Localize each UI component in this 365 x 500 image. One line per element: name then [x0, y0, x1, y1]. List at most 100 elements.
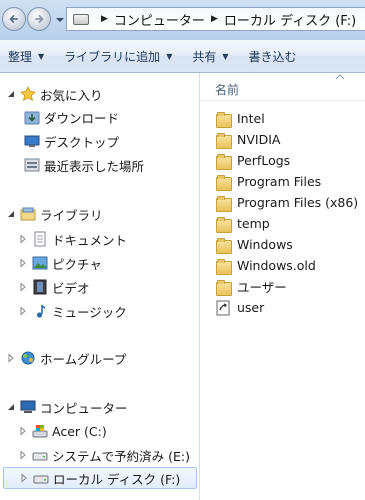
- folder-icon: [215, 258, 232, 275]
- add-to-library-label: ライブラリに追加: [64, 49, 161, 64]
- back-button[interactable]: [2, 7, 26, 31]
- breadcrumb-separator-icon[interactable]: ▶: [211, 14, 218, 24]
- nav-label: デスクトップ: [44, 134, 120, 150]
- list-item[interactable]: NVIDIA: [201, 129, 365, 150]
- videos-icon: [33, 279, 47, 295]
- collapse-arrow-icon[interactable]: [6, 402, 16, 412]
- organize-label: 整理: [8, 49, 33, 64]
- nav-item-drive-e[interactable]: システムで予約済み (E:): [0, 444, 200, 466]
- nav-item-videos[interactable]: ビデオ: [0, 276, 200, 298]
- nav-item-documents[interactable]: ドキュメント: [0, 228, 200, 250]
- nav-label: ピクチャ: [52, 256, 102, 272]
- list-item-label: Windows.old: [237, 258, 316, 273]
- list-item[interactable]: Program Files (x86): [201, 192, 365, 213]
- sort-ascending-icon: [335, 74, 345, 80]
- list-item[interactable]: Program Files: [201, 171, 365, 192]
- expand-arrow-icon[interactable]: [18, 426, 28, 436]
- list-item-label: Windows: [237, 237, 293, 252]
- collapse-arrow-icon[interactable]: [6, 209, 16, 219]
- chevron-down-icon: ▼: [38, 51, 45, 61]
- list-item-label: Program Files: [237, 174, 322, 189]
- homegroup-icon: [21, 351, 35, 365]
- drive-icon: [73, 13, 89, 25]
- folder-icon: [215, 237, 232, 254]
- nav-item-pictures[interactable]: ピクチャ: [0, 252, 200, 274]
- folder-icon: [215, 132, 232, 149]
- list-item-label: ユーザー: [237, 280, 287, 295]
- documents-icon: [34, 231, 46, 247]
- computer-icon: [20, 400, 36, 413]
- file-list: 名前 Intel NVIDIA PerfLogs Program Files Progr…: [201, 73, 365, 500]
- list-item[interactable]: Intel: [201, 108, 365, 129]
- nav-item-drive-f[interactable]: ローカル ディスク (F:): [3, 467, 197, 489]
- list-item-label: user: [237, 300, 265, 315]
- recent-pages-dropdown-icon[interactable]: [55, 15, 65, 25]
- nav-item-drive-c[interactable]: Acer (C:): [0, 420, 200, 442]
- expand-arrow-icon[interactable]: [19, 473, 29, 483]
- command-bar: 整理 ▼ ライブラリに追加 ▼ 共有 ▼ 書き込む: [0, 40, 365, 73]
- nav-label: 最近表示した場所: [44, 158, 145, 174]
- expand-arrow-icon[interactable]: [18, 234, 28, 244]
- breadcrumb-separator-icon[interactable]: ▶: [101, 14, 108, 24]
- breadcrumb-computer[interactable]: コンピューター: [114, 10, 205, 29]
- nav-item-homegroup[interactable]: ホームグループ: [0, 347, 200, 369]
- nav-item-computer[interactable]: コンピューター: [0, 396, 200, 418]
- shortcut-file-icon: [215, 300, 231, 316]
- chevron-down-icon: ▼: [166, 51, 173, 61]
- folder-icon: [215, 111, 232, 128]
- nav-label: Acer (C:): [52, 423, 107, 439]
- nav-item-desktop[interactable]: デスクトップ: [0, 130, 200, 152]
- expand-arrow-icon[interactable]: [18, 282, 28, 292]
- list-item[interactable]: user: [201, 297, 365, 318]
- share-button[interactable]: 共有 ▼: [184, 40, 236, 72]
- nav-item-libraries[interactable]: ライブラリ: [0, 203, 200, 225]
- list-item[interactable]: Windows: [201, 234, 365, 255]
- nav-label: ドキュメント: [52, 232, 128, 248]
- expand-arrow-icon[interactable]: [18, 258, 28, 268]
- folder-icon: [215, 216, 232, 233]
- list-item-label: PerfLogs: [237, 153, 291, 168]
- nav-item-downloads[interactable]: ダウンロード: [0, 106, 200, 128]
- nav-label: ライブラリ: [40, 207, 103, 223]
- pictures-icon: [32, 256, 48, 270]
- desktop-icon: [24, 135, 40, 147]
- forward-button[interactable]: [27, 7, 51, 31]
- list-item[interactable]: Windows.old: [201, 255, 365, 276]
- address-bar[interactable]: ▶ コンピューター ▶ ローカル ディスク (F:): [66, 7, 365, 31]
- folder-icon: [215, 279, 232, 296]
- libraries-icon: [20, 207, 36, 221]
- list-item-label: Intel: [237, 111, 265, 126]
- nav-item-favorites[interactable]: お気に入り: [0, 83, 200, 105]
- expand-arrow-icon[interactable]: [18, 306, 28, 316]
- list-item[interactable]: temp: [201, 213, 365, 234]
- organize-button[interactable]: 整理 ▼: [0, 40, 52, 72]
- expand-arrow-icon[interactable]: [18, 450, 28, 460]
- forward-arrow-icon: [35, 15, 44, 23]
- expand-arrow-icon[interactable]: [6, 353, 16, 363]
- burn-label: 書き込む: [248, 49, 297, 64]
- column-header-label: 名前: [215, 83, 240, 97]
- burn-button[interactable]: 書き込む: [241, 40, 305, 72]
- nav-label: ダウンロード: [44, 110, 120, 126]
- folder-icon: [215, 153, 232, 170]
- column-header-name[interactable]: 名前: [201, 73, 365, 101]
- nav-item-music[interactable]: ミュージック: [0, 300, 200, 322]
- nav-label: ビデオ: [52, 280, 90, 296]
- list-item-label: NVIDIA: [237, 132, 281, 147]
- recent-places-icon: [24, 158, 40, 172]
- list-item[interactable]: ユーザー: [201, 276, 365, 297]
- system-drive-icon: [32, 425, 48, 438]
- nav-item-recent-places[interactable]: 最近表示した場所: [0, 154, 200, 176]
- list-item[interactable]: PerfLogs: [201, 150, 365, 171]
- nav-label: ローカル ディスク (F:): [53, 471, 181, 487]
- breadcrumb-local-disk[interactable]: ローカル ディスク (F:): [224, 10, 356, 29]
- title-bar: ▶ コンピューター ▶ ローカル ディスク (F:): [0, 0, 365, 40]
- folder-icon: [215, 174, 232, 191]
- drive-icon: [33, 475, 49, 484]
- chevron-down-icon: ▼: [222, 51, 229, 61]
- share-label: 共有: [192, 49, 217, 64]
- collapse-arrow-icon[interactable]: [6, 89, 16, 99]
- nav-label: ホームグループ: [40, 351, 127, 367]
- nav-label: コンピューター: [40, 400, 128, 416]
- add-to-library-button[interactable]: ライブラリに追加 ▼: [56, 40, 180, 72]
